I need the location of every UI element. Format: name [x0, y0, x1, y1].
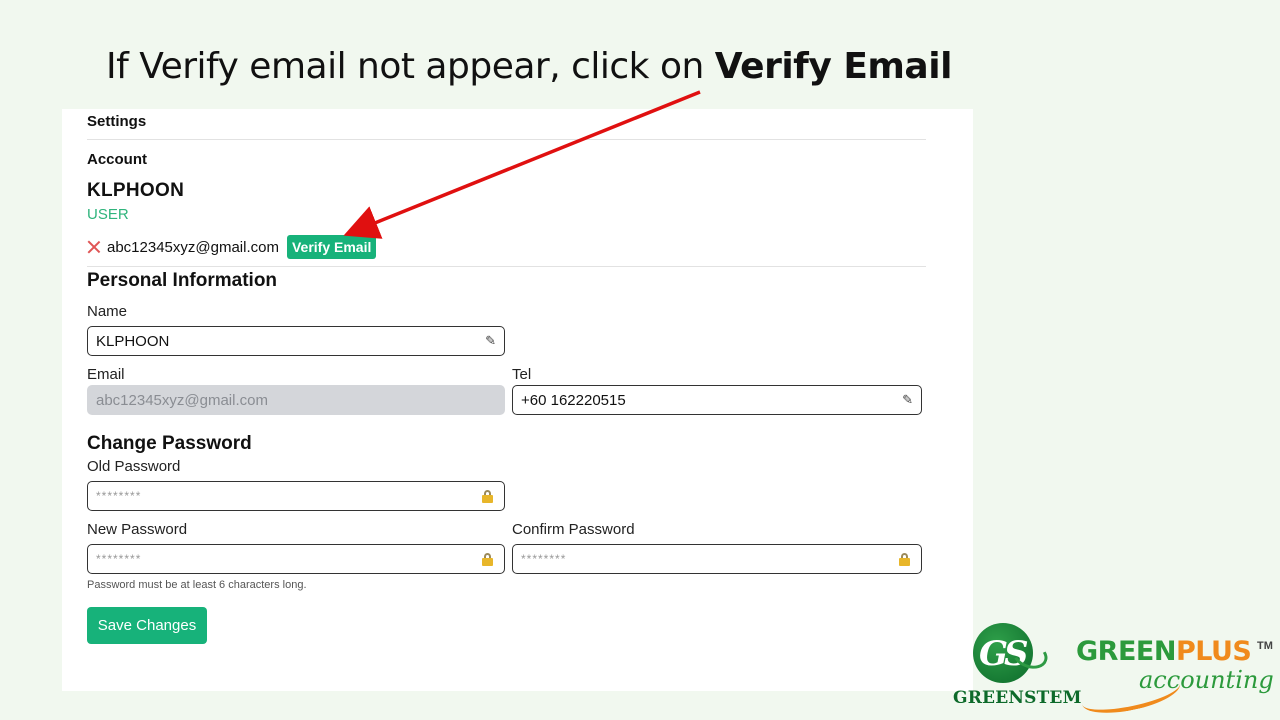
greenstem-logo: GS GREENSTEM	[950, 620, 1081, 715]
confirm-password-label: Confirm Password	[512, 521, 635, 538]
greenplus-tm: TM	[1257, 640, 1273, 652]
email-value: abc12345xyz@gmail.com	[96, 391, 268, 409]
name-label: Name	[87, 303, 128, 320]
greenstem-name: GREENSTEM	[953, 688, 1082, 708]
divider	[87, 266, 926, 267]
name-field[interactable]: KLPHOON ✎	[87, 326, 505, 356]
greenplus-orange: PLUS	[1175, 636, 1252, 667]
tel-field[interactable]: +60 162220515 ✎	[512, 385, 922, 415]
account-username: KLPHOON	[87, 180, 185, 201]
divider	[87, 139, 926, 140]
pencil-icon[interactable]: ✎	[485, 333, 496, 349]
new-password-field[interactable]: ********	[87, 544, 505, 574]
new-password-label: New Password	[87, 521, 188, 538]
personal-info-title: Personal Information	[87, 270, 278, 291]
confirm-password-field[interactable]: ********	[512, 544, 922, 574]
email-field: abc12345xyz@gmail.com	[87, 385, 505, 415]
greenplus-logo: GREENPLUS TM accounting	[1076, 636, 1276, 720]
account-title: Account	[87, 151, 147, 168]
new-password-placeholder: ********	[96, 552, 142, 566]
tel-value: +60 162220515	[521, 391, 626, 409]
pencil-icon[interactable]: ✎	[902, 392, 913, 408]
change-password-title: Change Password	[87, 433, 252, 454]
greenplus-title: GREENPLUS	[1076, 636, 1252, 667]
email-label: Email	[87, 366, 125, 383]
old-password-label: Old Password	[87, 458, 181, 475]
save-changes-button[interactable]: Save Changes	[87, 607, 207, 644]
greenplus-sub: accounting	[1139, 666, 1274, 694]
old-password-field[interactable]: ********	[87, 481, 505, 511]
instruction-bold: Verify Email	[714, 46, 953, 87]
instruction-prefix: If Verify email not appear, click on	[106, 46, 715, 87]
account-role: USER	[87, 206, 129, 223]
password-hint: Password must be at least 6 characters l…	[87, 579, 307, 591]
verify-email-button[interactable]: Verify Email	[286, 235, 377, 259]
account-email-row: abc12345xyz@gmail.com Verify Email	[87, 235, 377, 259]
confirm-password-placeholder: ********	[521, 552, 567, 566]
tel-label: Tel	[512, 366, 532, 383]
settings-panel: Settings Account KLPHOON USER abc12345xy…	[62, 109, 973, 691]
lock-icon	[899, 552, 910, 566]
name-value: KLPHOON	[96, 332, 170, 350]
old-password-placeholder: ********	[96, 489, 142, 503]
settings-title: Settings	[87, 113, 147, 130]
slide-instruction: If Verify email not appear, click on Ver…	[106, 46, 952, 87]
lock-icon	[482, 489, 493, 503]
close-icon	[87, 240, 101, 254]
greenplus-green: GREEN	[1076, 636, 1176, 667]
account-email: abc12345xyz@gmail.com	[107, 238, 279, 256]
lock-icon	[482, 552, 493, 566]
